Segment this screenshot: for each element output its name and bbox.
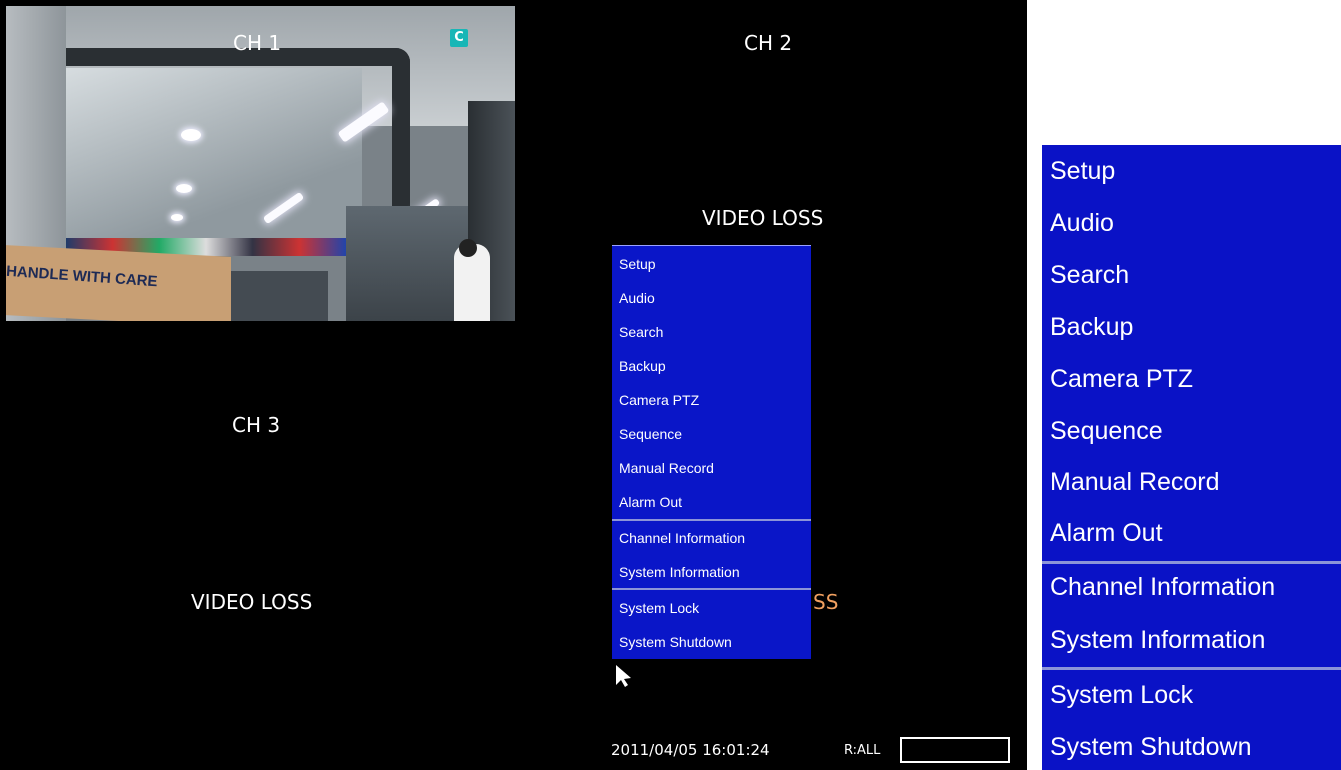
feed-person-head [459, 239, 477, 257]
menu-item-backup[interactable]: Backup [1050, 313, 1133, 342]
ch3-video-loss: VIDEO LOSS [191, 590, 313, 614]
menu-item-system-information[interactable]: System Information [619, 564, 740, 580]
menu-item-sequence[interactable]: Sequence [619, 426, 682, 442]
mouse-cursor-icon [616, 665, 631, 687]
menu-item-system-lock[interactable]: System Lock [619, 600, 699, 616]
menu-item-system-information[interactable]: System Information [1050, 626, 1265, 655]
menu-item-system-lock[interactable]: System Lock [1050, 681, 1193, 710]
ch4-video-loss-partial: SS [813, 590, 839, 614]
status-record-mode: R:ALL [844, 743, 881, 758]
menu-item-system-shutdown[interactable]: System Shutdown [619, 634, 732, 650]
menu-item-backup[interactable]: Backup [619, 358, 666, 374]
feed-ceiling-light [181, 129, 201, 141]
ch2-label: CH 2 [744, 31, 793, 55]
ch1-label: CH 1 [233, 31, 282, 55]
context-menu-enlarged: Setup Audio Search Backup Camera PTZ Seq… [1042, 145, 1341, 770]
menu-item-audio[interactable]: Audio [1050, 209, 1114, 238]
ch2-video-loss: VIDEO LOSS [702, 206, 824, 230]
menu-item-camera-ptz[interactable]: Camera PTZ [1050, 365, 1193, 394]
feed-counter [228, 271, 328, 321]
feed-ceiling-light [171, 214, 183, 221]
menu-item-sequence[interactable]: Sequence [1050, 417, 1163, 446]
menu-item-camera-ptz[interactable]: Camera PTZ [619, 392, 699, 408]
context-menu: Setup Audio Search Backup Camera PTZ Seq… [612, 245, 811, 659]
ch3-label: CH 3 [232, 413, 281, 437]
menu-item-search[interactable]: Search [619, 324, 663, 340]
menu-separator [1042, 561, 1341, 564]
status-indicator-box [900, 737, 1010, 763]
ch1-record-badge: C [450, 29, 468, 47]
menu-item-alarm-out[interactable]: Alarm Out [1050, 519, 1163, 548]
menu-item-channel-information[interactable]: Channel Information [619, 530, 745, 546]
menu-item-manual-record[interactable]: Manual Record [619, 460, 714, 476]
menu-item-system-shutdown[interactable]: System Shutdown [1050, 733, 1252, 762]
menu-separator [1042, 667, 1341, 670]
menu-item-manual-record[interactable]: Manual Record [1050, 468, 1220, 497]
menu-item-search[interactable]: Search [1050, 261, 1129, 290]
status-datetime: 2011/04/05 16:01:24 [611, 741, 770, 759]
menu-separator [612, 588, 811, 590]
menu-separator [612, 519, 811, 521]
dvr-screen: HANDLE WITH CARE CH 1 C CH 2 VIDEO LOSS … [0, 0, 1027, 770]
menu-item-setup[interactable]: Setup [1050, 157, 1115, 186]
menu-item-alarm-out[interactable]: Alarm Out [619, 494, 682, 510]
menu-item-channel-information[interactable]: Channel Information [1050, 573, 1275, 602]
menu-item-setup[interactable]: Setup [619, 256, 656, 272]
menu-item-audio[interactable]: Audio [619, 290, 655, 306]
feed-ceiling-light [176, 184, 192, 193]
